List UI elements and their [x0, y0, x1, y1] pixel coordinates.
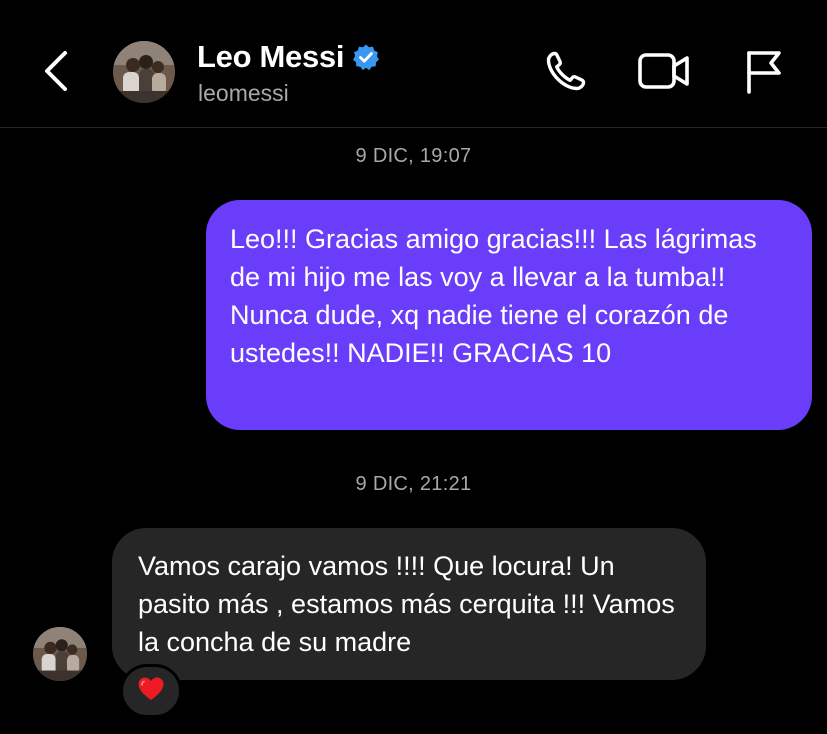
sender-avatar[interactable]: [33, 627, 87, 681]
incoming-message-bubble[interactable]: Vamos carajo vamos !!!! Que locura! Un p…: [112, 528, 706, 680]
video-camera-icon: [637, 49, 691, 98]
chevron-left-icon: [43, 49, 69, 98]
message-reaction[interactable]: [120, 664, 182, 718]
verified-badge-icon: [352, 43, 380, 71]
phone-icon: [542, 47, 590, 100]
flag-icon: [741, 47, 785, 100]
contact-username[interactable]: leomessi: [198, 80, 289, 107]
report-button[interactable]: [735, 46, 791, 100]
chat-screen: Leo Messi leomessi 9 DIC, 19:07 Leo!!! G…: [0, 0, 827, 734]
message-timestamp: 9 DIC, 21:21: [355, 473, 472, 495]
back-button[interactable]: [38, 48, 74, 98]
audio-call-button[interactable]: [538, 46, 594, 100]
message-timestamp: 9 DIC, 19:07: [355, 145, 472, 167]
contact-name-row[interactable]: Leo Messi: [197, 38, 380, 76]
contact-name[interactable]: Leo Messi: [197, 39, 344, 75]
chat-header: Leo Messi leomessi: [0, 0, 827, 128]
avatar[interactable]: [113, 41, 175, 103]
video-call-button[interactable]: [636, 46, 692, 100]
outgoing-message-bubble[interactable]: Leo!!! Gracias amigo gracias!!! Las lágr…: [206, 200, 812, 430]
heart-icon: [137, 676, 165, 707]
